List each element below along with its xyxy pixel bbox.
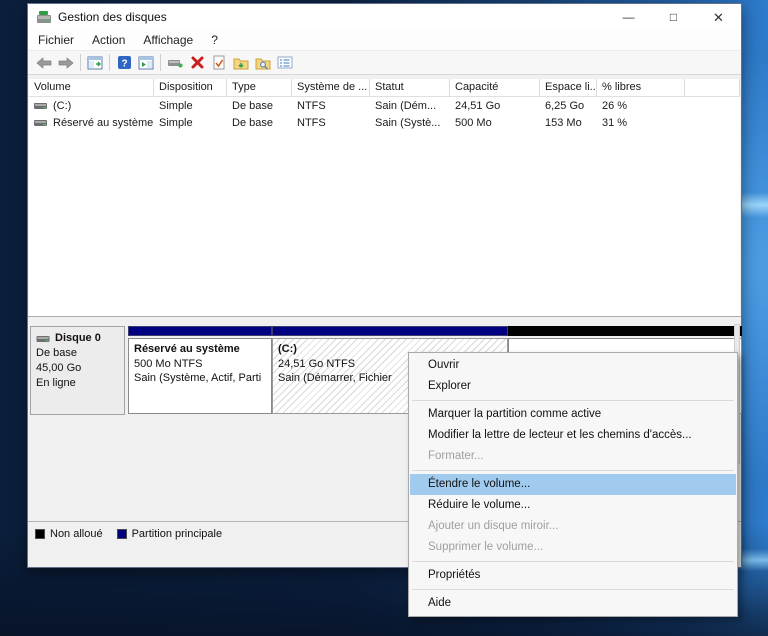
forward-icon[interactable] bbox=[55, 52, 77, 73]
menu-item-ouvrir[interactable]: Ouvrir bbox=[410, 355, 736, 376]
maximize-button[interactable]: □ bbox=[651, 4, 696, 30]
menu-fichier[interactable]: Fichier bbox=[29, 31, 83, 49]
toolbar-separator bbox=[80, 54, 81, 71]
window-title: Gestion des disques bbox=[58, 10, 167, 24]
disk-management-icon bbox=[36, 10, 52, 24]
toolbar-separator bbox=[109, 54, 110, 71]
column-header-filler bbox=[685, 79, 740, 96]
show-console-tree-icon[interactable] bbox=[84, 52, 106, 73]
disk-name: Disque 0 bbox=[55, 331, 101, 346]
column-header-disposition[interactable]: Disposition bbox=[154, 79, 227, 96]
menu-bar: Fichier Action Affichage ? bbox=[28, 30, 741, 50]
menu-item-proprietes[interactable]: Propriétés bbox=[410, 565, 736, 586]
minimize-button[interactable]: — bbox=[606, 4, 651, 30]
toolbar: ? bbox=[28, 50, 741, 75]
partition-status: Sain (Système, Actif, Parti bbox=[134, 371, 266, 386]
menu-separator bbox=[412, 400, 734, 401]
properties-check-icon[interactable] bbox=[208, 52, 230, 73]
primary-partition-swatch bbox=[117, 529, 127, 539]
legend-label: Non alloué bbox=[50, 528, 103, 540]
folder-search-icon[interactable] bbox=[252, 52, 274, 73]
menu-item-marquer-active[interactable]: Marquer la partition comme active bbox=[410, 404, 736, 425]
menu-item-supprimer-volume: Supprimer le volume... bbox=[410, 537, 736, 558]
disk0-label-panel[interactable]: Disque 0 De base 45,00 Go En ligne bbox=[30, 326, 125, 415]
partition-size: 500 Mo NTFS bbox=[134, 357, 266, 372]
title-bar[interactable]: Gestion des disques — □ ✕ bbox=[28, 4, 741, 30]
volume-row-reserved[interactable]: Réservé au système Simple De base NTFS S… bbox=[29, 114, 740, 131]
menu-item-ajouter-miroir: Ajouter un disque miroir... bbox=[410, 516, 736, 537]
legend-primary-partition: Partition principale bbox=[117, 528, 223, 540]
column-header-systeme[interactable]: Système de ... bbox=[292, 79, 370, 96]
column-header-volume[interactable]: Volume bbox=[29, 79, 154, 96]
column-header-statut[interactable]: Statut bbox=[370, 79, 450, 96]
menu-help[interactable]: ? bbox=[202, 31, 227, 49]
menu-action[interactable]: Action bbox=[83, 31, 134, 49]
menu-item-etendre-volume[interactable]: Étendre le volume... bbox=[410, 474, 736, 495]
show-action-pane-icon[interactable] bbox=[135, 52, 157, 73]
delete-volume-icon[interactable] bbox=[186, 52, 208, 73]
column-header-libres[interactable]: % libres bbox=[597, 79, 685, 96]
menu-separator bbox=[412, 470, 734, 471]
partition-system-reserved[interactable]: Réservé au système 500 Mo NTFS Sain (Sys… bbox=[128, 326, 272, 415]
menu-item-reduire-volume[interactable]: Réduire le volume... bbox=[410, 495, 736, 516]
unallocated-color-bar bbox=[508, 326, 742, 336]
menu-separator bbox=[412, 589, 734, 590]
partition-color-bar bbox=[128, 326, 272, 336]
help-icon[interactable]: ? bbox=[113, 52, 135, 73]
partition-color-bar bbox=[272, 326, 508, 336]
legend-unallocated: Non alloué bbox=[35, 528, 103, 540]
unallocated-swatch bbox=[35, 529, 45, 539]
disk-icon bbox=[36, 335, 51, 343]
svg-text:?: ? bbox=[121, 59, 127, 70]
toolbar-separator bbox=[160, 54, 161, 71]
details-view-icon[interactable] bbox=[274, 52, 296, 73]
menu-item-explorer[interactable]: Explorer bbox=[410, 376, 736, 397]
close-button[interactable]: ✕ bbox=[696, 4, 741, 30]
disk-size: 45,00 Go bbox=[36, 361, 119, 376]
partition-title: Réservé au système bbox=[134, 342, 266, 357]
column-header-capacite[interactable]: Capacité bbox=[450, 79, 540, 96]
menu-item-modifier-lettre[interactable]: Modifier la lettre de lecteur et les che… bbox=[410, 425, 736, 446]
volume-icon bbox=[34, 119, 48, 127]
volume-list: Volume Disposition Type Système de ... S… bbox=[29, 79, 740, 316]
volume-row-c[interactable]: (C:) Simple De base NTFS Sain (Dém... 24… bbox=[29, 97, 740, 114]
back-icon[interactable] bbox=[33, 52, 55, 73]
menu-affichage[interactable]: Affichage bbox=[134, 31, 202, 49]
menu-item-formater: Formater... bbox=[410, 446, 736, 467]
column-header-type[interactable]: Type bbox=[227, 79, 292, 96]
rescan-disks-icon[interactable] bbox=[164, 52, 186, 73]
context-menu: Ouvrir Explorer Marquer la partition com… bbox=[408, 352, 738, 617]
column-header-espace[interactable]: Espace li... bbox=[540, 79, 597, 96]
volume-list-header: Volume Disposition Type Système de ... S… bbox=[29, 79, 740, 97]
menu-item-aide[interactable]: Aide bbox=[410, 593, 736, 614]
disk-type: De base bbox=[36, 346, 119, 361]
folder-up-icon[interactable] bbox=[230, 52, 252, 73]
menu-separator bbox=[412, 561, 734, 562]
volume-icon bbox=[34, 102, 48, 110]
disk-status: En ligne bbox=[36, 376, 119, 391]
legend-label: Partition principale bbox=[132, 528, 223, 540]
